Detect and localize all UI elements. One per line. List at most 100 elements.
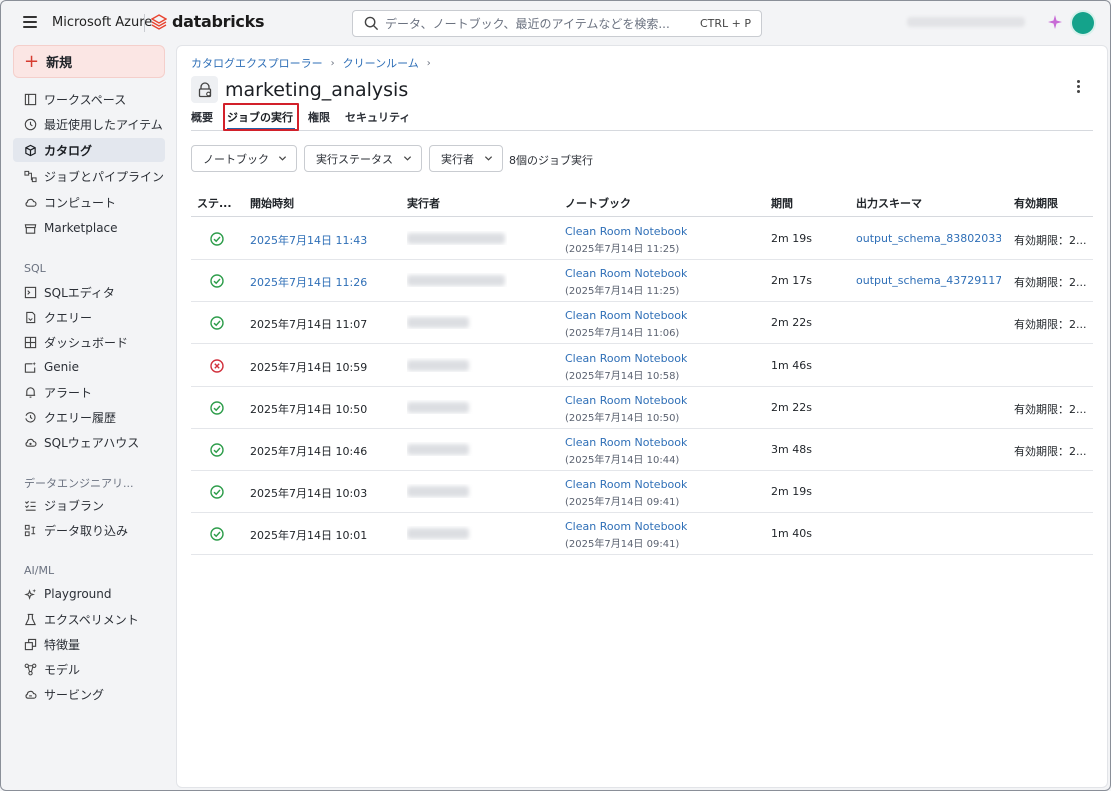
- sidebar-item-features[interactable]: 特徴量: [13, 632, 165, 656]
- table-row[interactable]: 2025年7月14日 10:01 Clean Room Notebook (2025…: [191, 513, 1093, 556]
- chevron-down-icon: [403, 156, 412, 161]
- sidebar-item-query-history[interactable]: クエリー履歴: [13, 405, 165, 429]
- sidebar-section-sql: SQL: [24, 262, 46, 275]
- column-notebook[interactable]: ノートブック: [565, 195, 631, 211]
- sidebar-item-label: Marketplace: [44, 221, 118, 235]
- notebook-link[interactable]: Clean Room Notebook: [565, 436, 687, 449]
- duration: 1m 46s: [771, 358, 812, 372]
- output-schema-link[interactable]: output_schema_4372911723: [856, 274, 1001, 287]
- table-row[interactable]: 2025年7月14日 10:46 Clean Room Notebook (2025…: [191, 429, 1093, 471]
- filter-run-by[interactable]: 実行者: [429, 145, 503, 172]
- success-check-icon: [210, 232, 224, 246]
- sidebar-item-sql-warehouses[interactable]: SQLウェアハウス: [13, 430, 165, 454]
- sidebar-item-compute[interactable]: コンピュート: [13, 190, 165, 214]
- sidebar-item-marketplace[interactable]: Marketplace: [13, 216, 165, 240]
- column-expiry[interactable]: 有効期限: [1014, 195, 1058, 211]
- sidebar-item-label: モデル: [44, 662, 81, 677]
- workspace-switcher[interactable]: [907, 17, 1025, 27]
- sidebar-item-label: クエリー履歴: [44, 410, 117, 425]
- sidebar-item-genie[interactable]: Genie: [13, 355, 165, 379]
- sidebar-item-sql-editor[interactable]: SQLエディタ: [13, 280, 165, 304]
- sidebar-item-label: 最近使用したアイテム: [44, 117, 163, 132]
- sidebar-item-dashboards[interactable]: ダッシュボード: [13, 330, 165, 354]
- output-schema-link[interactable]: output_schema_8380203395: [856, 232, 1001, 245]
- sidebar-item-alerts[interactable]: アラート: [13, 380, 165, 404]
- brand-divider: [144, 14, 145, 32]
- filter-run-status[interactable]: 実行ステータス: [304, 145, 422, 172]
- databricks-logo[interactable]: databricks: [151, 12, 264, 31]
- sidebar-item-jobs[interactable]: ジョブとパイプライン: [13, 164, 165, 188]
- duration: 2m 22s: [771, 400, 812, 414]
- more-options-icon[interactable]: [1072, 80, 1084, 98]
- sidebar-item-label: ダッシュボード: [44, 335, 129, 350]
- chevron-down-icon: [278, 156, 287, 161]
- success-check-icon: [210, 401, 224, 415]
- notebook-cell: Clean Room Notebook (2025年7月14日 09:41): [565, 520, 687, 550]
- sidebar-item-models[interactable]: モデル: [13, 657, 165, 681]
- start-time: 2025年7月14日 10:03: [250, 487, 368, 501]
- breadcrumb-clean-rooms[interactable]: クリーンルーム: [343, 55, 419, 71]
- duration: 2m 17s: [771, 274, 812, 288]
- column-run-by[interactable]: 実行者: [407, 195, 440, 211]
- sidebar-item-label: サービング: [44, 687, 105, 702]
- notebook-link[interactable]: Clean Room Notebook: [565, 520, 687, 533]
- clean-room-icon: [191, 76, 218, 103]
- tab-permissions[interactable]: 権限: [308, 107, 330, 125]
- tab-overview[interactable]: 概要: [191, 107, 213, 125]
- sidebar-item-label: クエリー: [44, 310, 93, 325]
- filter-notebook[interactable]: ノートブック: [191, 145, 297, 172]
- table-row[interactable]: 2025年7月14日 10:59 Clean Room Notebook (2025…: [191, 345, 1093, 387]
- table-row[interactable]: 2025年7月14日 11:26 Clean Room Notebook (2025…: [191, 260, 1093, 303]
- serving-icon: [25, 690, 37, 699]
- sidebar-item-workspace[interactable]: ワークスペース: [13, 87, 165, 111]
- run-by-redacted: [407, 315, 507, 329]
- notebook-version-time: (2025年7月14日 11:25): [565, 286, 680, 298]
- filter-label: 実行者: [441, 152, 474, 166]
- sidebar-item-experiments[interactable]: エクスペリメント: [13, 607, 165, 631]
- new-button[interactable]: + 新規: [13, 45, 165, 78]
- notebook-link[interactable]: Clean Room Notebook: [565, 394, 687, 407]
- notebook-cell: Clean Room Notebook (2025年7月14日 11:06): [565, 309, 687, 339]
- sidebar-item-playground[interactable]: Playground: [13, 582, 165, 606]
- breadcrumb-catalog-explorer[interactable]: カタログエクスプローラー: [191, 55, 323, 71]
- notebook-link[interactable]: Clean Room Notebook: [565, 478, 687, 491]
- notebook-link[interactable]: Clean Room Notebook: [565, 267, 687, 280]
- start-time: 2025年7月14日 10:01: [250, 529, 368, 543]
- run-by-redacted: [407, 358, 507, 372]
- notebook-version-time: (2025年7月14日 09:41): [565, 497, 680, 509]
- plus-icon: +: [24, 50, 40, 72]
- column-start-time[interactable]: 開始時刻: [250, 195, 294, 211]
- column-output-schema[interactable]: 出力スキーマ: [856, 195, 922, 211]
- sidebar: + 新規 ワークスペース 最近使用したアイテム カタログ ジョブとパイプライン …: [1, 45, 175, 790]
- sidebar-item-serving[interactable]: サービング: [13, 682, 165, 706]
- notebook-link[interactable]: Clean Room Notebook: [565, 352, 687, 365]
- notebook-link[interactable]: Clean Room Notebook: [565, 309, 687, 322]
- column-duration[interactable]: 期間: [771, 195, 793, 211]
- sidebar-item-data-ingestion[interactable]: データ取り込み: [13, 518, 165, 542]
- notebook-link[interactable]: Clean Room Notebook: [565, 225, 687, 238]
- tab-job-runs[interactable]: ジョブの実行: [227, 107, 293, 125]
- sidebar-item-recents[interactable]: 最近使用したアイテム: [13, 112, 165, 136]
- search-input[interactable]: データ、ノートブック、最近のアイテムなどを検索... CTRL + P: [352, 10, 762, 37]
- sidebar-item-catalog[interactable]: カタログ: [13, 138, 165, 162]
- table-row[interactable]: 2025年7月14日 11:43 Clean Room Notebook (2025…: [191, 218, 1093, 260]
- table-row[interactable]: 2025年7月14日 10:50 Clean Room Notebook (2025…: [191, 387, 1093, 429]
- notebook-cell: Clean Room Notebook (2025年7月14日 10:44): [565, 436, 687, 466]
- start-time[interactable]: 2025年7月14日 11:26: [250, 274, 367, 290]
- avatar[interactable]: [1072, 12, 1094, 34]
- sidebar-item-job-runs[interactable]: ジョブラン: [13, 493, 165, 517]
- playground-icon: [24, 588, 37, 600]
- notebook-cell: Clean Room Notebook (2025年7月14日 10:58): [565, 352, 687, 382]
- databricks-logo-icon: [151, 13, 167, 30]
- expiry: 有効期限：2...: [1014, 276, 1087, 290]
- catalog-icon: [25, 144, 36, 156]
- sidebar-item-queries[interactable]: クエリー: [13, 305, 165, 329]
- sidebar-item-label: カタログ: [44, 143, 93, 158]
- table-row[interactable]: 2025年7月14日 10:03 Clean Room Notebook (2025…: [191, 471, 1093, 514]
- tab-security[interactable]: セキュリティ: [345, 107, 410, 125]
- assistant-sparkle-icon[interactable]: [1047, 14, 1063, 30]
- menu-icon[interactable]: [23, 16, 37, 28]
- table-row[interactable]: 2025年7月14日 11:07 Clean Room Notebook (2025…: [191, 302, 1093, 345]
- column-status[interactable]: ステ...: [197, 195, 232, 211]
- start-time[interactable]: 2025年7月14日 11:43: [250, 232, 367, 248]
